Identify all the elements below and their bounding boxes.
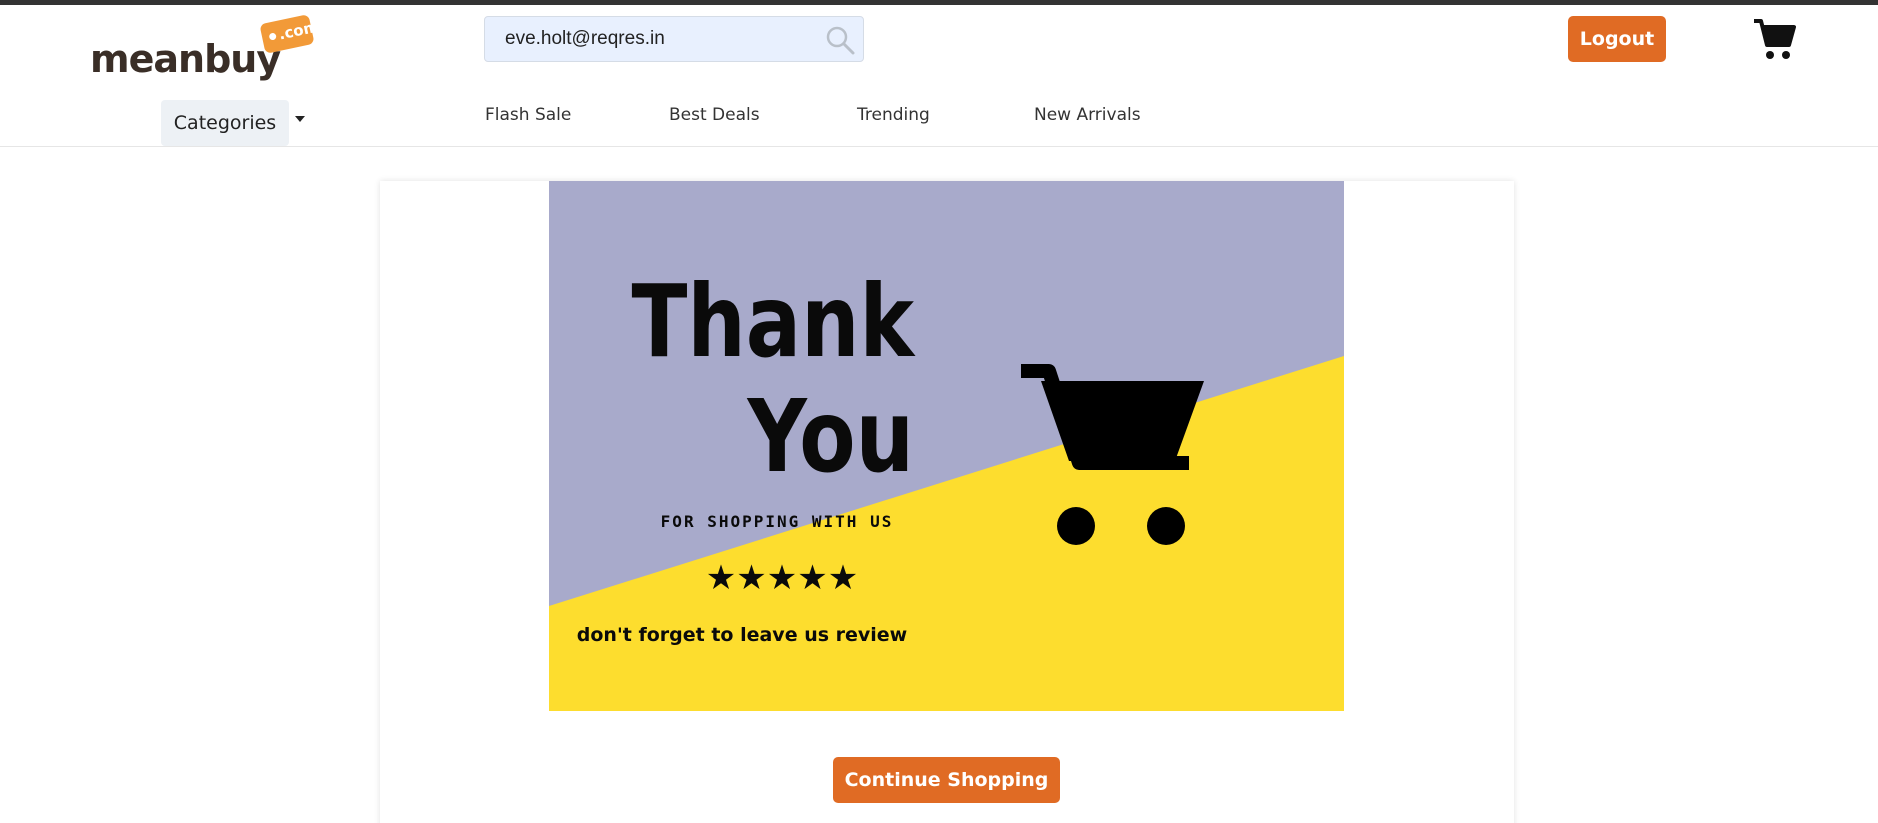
banner-footer: don't forget to leave us review — [577, 624, 907, 646]
banner-line1: Thank — [631, 263, 915, 380]
rating-stars: ★★★★★ — [706, 558, 858, 598]
banner-subline: FOR SHOPPING WITH US — [661, 512, 894, 531]
caret-down-icon[interactable] — [295, 116, 305, 122]
nav-flash-sale[interactable]: Flash Sale — [485, 105, 571, 125]
logo-tag-icon: .com — [259, 14, 320, 54]
search-icon[interactable] — [825, 25, 855, 55]
logo-tag-text: .com — [277, 17, 321, 44]
cart-icon[interactable] — [1752, 17, 1796, 61]
site-header: meanbuy .com Logout Categories Flash Sal… — [0, 5, 1878, 147]
search-box — [484, 16, 864, 62]
logo-text: meanbuy — [90, 37, 281, 81]
logo-tag-dot — [268, 32, 277, 41]
thank-you-banner-graphic: Thank You FOR SHOPPING WITH US ★★★★★ don… — [549, 181, 1344, 711]
nav-best-deals[interactable]: Best Deals — [669, 105, 760, 125]
logo[interactable]: meanbuy .com — [90, 14, 330, 81]
banner-line2: You — [747, 378, 914, 495]
logout-button[interactable]: Logout — [1568, 16, 1666, 62]
search-input[interactable] — [485, 17, 815, 61]
continue-shopping-button[interactable]: Continue Shopping — [833, 757, 1060, 803]
categories-button[interactable]: Categories — [161, 100, 289, 146]
thank-you-banner: Thank You FOR SHOPPING WITH US ★★★★★ don… — [549, 181, 1344, 711]
nav-trending[interactable]: Trending — [857, 105, 930, 125]
nav-new-arrivals[interactable]: New Arrivals — [1034, 105, 1141, 125]
